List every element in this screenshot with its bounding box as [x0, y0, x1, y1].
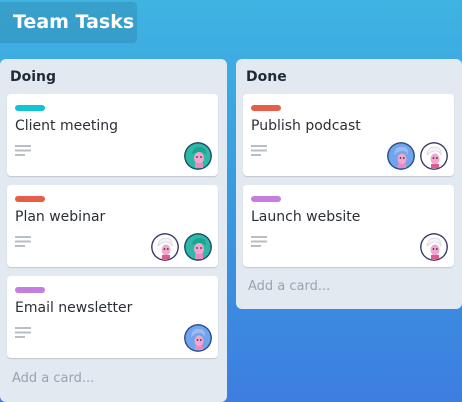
card-email-newsletter[interactable]: Email newsletter: [7, 276, 218, 358]
add-card-button[interactable]: Add a card...: [248, 279, 330, 294]
member-avatar-icon[interactable]: [420, 233, 448, 261]
card-title: Plan webinar: [15, 209, 106, 225]
card-label: [15, 196, 45, 202]
member-avatar-icon[interactable]: [184, 233, 212, 261]
card-client-meeting[interactable]: Client meeting: [7, 94, 218, 176]
card-plan-webinar[interactable]: Plan webinar: [7, 185, 218, 267]
description-icon: [15, 236, 31, 247]
list-title: Done: [246, 69, 287, 85]
card-label: [251, 196, 281, 202]
member-avatar-icon[interactable]: [151, 233, 179, 261]
member-avatar-icon[interactable]: [387, 142, 415, 170]
card-label: [15, 105, 45, 111]
card-launch-website[interactable]: Launch website: [243, 185, 454, 267]
description-icon: [15, 145, 31, 156]
card-label: [251, 105, 281, 111]
card-title: Client meeting: [15, 118, 118, 134]
add-card-button[interactable]: Add a card...: [12, 371, 94, 386]
card-publish-podcast[interactable]: Publish podcast: [243, 94, 454, 176]
list-title: Doing: [10, 69, 57, 85]
board-title[interactable]: Team Tasks: [0, 2, 137, 43]
list-doing: Doing Client meeting Plan webinar Email …: [0, 59, 227, 402]
member-avatar-icon[interactable]: [420, 142, 448, 170]
list-done: Done Publish podcast Launch website Add …: [236, 59, 462, 309]
member-avatar-icon[interactable]: [184, 142, 212, 170]
description-icon: [251, 236, 267, 247]
description-icon: [15, 327, 31, 338]
card-label: [15, 287, 45, 293]
member-avatar-icon[interactable]: [184, 324, 212, 352]
card-title: Launch website: [251, 209, 361, 225]
card-title: Email newsletter: [15, 300, 133, 316]
card-title: Publish podcast: [251, 118, 361, 134]
description-icon: [251, 145, 267, 156]
